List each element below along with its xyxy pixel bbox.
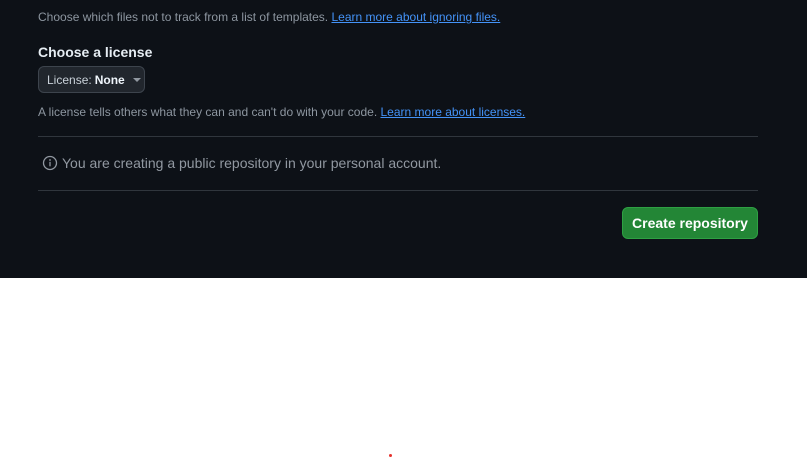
gitignore-learn-more-link[interactable]: Learn more about ignoring files. [331, 10, 500, 24]
gitignore-description: Choose which files not to track from a l… [38, 10, 500, 24]
license-button-prefix: License: [47, 72, 92, 87]
license-heading: Choose a license [38, 44, 153, 60]
divider-top [38, 136, 758, 137]
repo-form-panel: Choose which files not to track from a l… [0, 0, 807, 278]
license-description-text: A license tells others what they can and… [38, 105, 378, 119]
license-learn-more-link[interactable]: Learn more about licenses. [381, 105, 526, 119]
visibility-info-text: You are creating a public repository in … [62, 155, 442, 171]
divider-bottom [38, 190, 758, 191]
license-button-value: None [94, 72, 125, 87]
license-description: A license tells others what they can and… [38, 105, 525, 119]
cursor-dot [389, 454, 392, 457]
create-repository-button[interactable]: Create repository [622, 207, 758, 239]
info-icon [42, 155, 58, 171]
visibility-info: You are creating a public repository in … [42, 155, 441, 171]
gitignore-description-text: Choose which files not to track from a l… [38, 10, 329, 24]
caret-down-icon [132, 77, 141, 82]
license-select-button[interactable]: License: None [38, 66, 145, 93]
